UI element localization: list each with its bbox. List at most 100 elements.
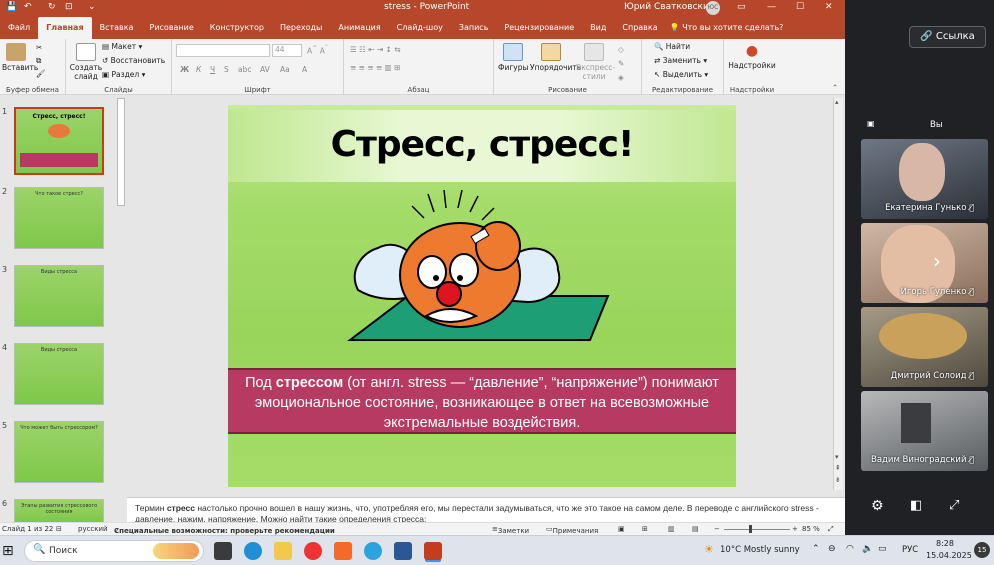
battery-icon[interactable]: ▭ xyxy=(878,544,887,554)
close-icon[interactable]: ✕ xyxy=(825,2,833,12)
scroll-up-icon[interactable]: ▴ xyxy=(835,98,839,106)
clock-date[interactable]: 15.04.2025 xyxy=(926,551,972,560)
copy-icon[interactable]: ⧉ xyxy=(36,56,41,66)
minimize-icon[interactable]: — xyxy=(767,2,776,12)
normal-view-icon[interactable]: ▣ xyxy=(618,525,625,533)
strikethrough-button[interactable]: abc xyxy=(238,65,251,74)
prev-slide-icon[interactable]: ⇞ xyxy=(835,464,841,472)
arrange-button[interactable]: Упорядочить xyxy=(530,43,581,72)
windows-start-icon[interactable]: ⊞ xyxy=(2,542,20,560)
quick-styles-button[interactable]: Экспресс-стили xyxy=(576,43,615,81)
replace-button[interactable]: ⇄ Заменить ▾ xyxy=(654,56,707,65)
slide-thumbnail[interactable]: Этапы развития стрессового состояния xyxy=(14,499,104,522)
shadow-button[interactable]: S xyxy=(224,65,229,74)
case-button[interactable]: Aa xyxy=(280,65,290,74)
redo-icon[interactable]: ↻ xyxy=(48,2,56,12)
slideshow-icon[interactable]: ▤ xyxy=(692,525,699,533)
section-button[interactable]: ▣ Раздел ▾ xyxy=(102,70,145,79)
next-slide-icon[interactable]: ⇟ xyxy=(835,476,841,484)
telegram-icon[interactable] xyxy=(364,542,382,560)
input-language[interactable]: РУС xyxy=(902,545,918,555)
stressed-cartoon-image[interactable] xyxy=(338,190,616,360)
fit-slide-icon[interactable]: ⤢ xyxy=(828,525,834,534)
user-name[interactable]: Юрий Сватковский xyxy=(624,2,715,12)
task-view-icon[interactable] xyxy=(214,542,232,560)
bold-button[interactable]: Ж xyxy=(180,65,189,74)
next-page-icon[interactable]: › xyxy=(933,249,941,273)
format-painter-icon[interactable]: 🖌 xyxy=(36,69,46,78)
slide-thumbnail[interactable]: Что такое стресс? xyxy=(14,187,104,249)
font-family-select[interactable] xyxy=(176,44,270,57)
tab-transitions[interactable]: Переходы xyxy=(272,17,330,39)
notes-button[interactable]: ≡ Заметки xyxy=(492,525,529,535)
cut-icon[interactable]: ✂ xyxy=(36,43,42,52)
shapes-button[interactable]: Фигуры xyxy=(498,43,528,72)
accessibility-tray-icon[interactable]: ⊖ xyxy=(828,544,836,554)
shape-outline-icon[interactable]: ✎ xyxy=(618,59,624,68)
layout-icon[interactable]: ◧ xyxy=(910,498,922,513)
reset-button[interactable]: ↺ Восстановить xyxy=(102,56,165,65)
slide-scrollbar[interactable]: ▴ ▾ ⇞ ⇟ xyxy=(833,98,843,490)
tab-insert[interactable]: Вставка xyxy=(92,17,142,39)
underline-button[interactable]: Ч xyxy=(210,65,215,74)
proofing-icon[interactable]: ⊟ xyxy=(56,525,62,533)
tab-view[interactable]: Вид xyxy=(582,17,614,39)
self-tile[interactable]: ▣ Вы xyxy=(861,113,988,137)
slide-title[interactable]: Стресс, стресс! xyxy=(228,124,736,165)
addins-button[interactable]: ● Надстройки xyxy=(728,43,776,70)
participant-tile[interactable]: › Игорь Гуленко 🎙̸ xyxy=(861,223,988,303)
volume-icon[interactable]: 🔈 xyxy=(862,544,873,554)
ribbon-display-icon[interactable]: ▭ xyxy=(737,2,746,12)
yandex-browser-icon[interactable] xyxy=(304,542,322,560)
scroll-down-icon[interactable]: ▾ xyxy=(835,453,839,461)
select-button[interactable]: ↖ Выделить ▾ xyxy=(654,70,708,79)
reading-view-icon[interactable]: ▥ xyxy=(668,525,675,533)
tell-me-search[interactable]: 💡 Что вы хотите сделать? xyxy=(666,17,792,39)
weather-text[interactable]: 10°C Mostly sunny xyxy=(720,545,800,555)
zoom-level[interactable]: 85 % xyxy=(802,525,820,533)
word-icon[interactable] xyxy=(394,542,412,560)
autosave-icon[interactable]: 💾 xyxy=(6,2,17,12)
grow-font-icon[interactable]: A^ Aˇ xyxy=(307,45,328,56)
tab-home[interactable]: Главная xyxy=(38,17,92,39)
slide-thumbnail[interactable]: Виды стресса xyxy=(14,343,104,405)
notification-icon[interactable]: 15 xyxy=(974,542,990,558)
file-explorer-icon[interactable] xyxy=(274,542,292,560)
comments-button[interactable]: ▭ Примечания xyxy=(546,525,598,535)
shape-fill-icon[interactable]: ◇ xyxy=(618,45,624,54)
tab-review[interactable]: Рецензирование xyxy=(496,17,582,39)
spacing-button[interactable]: AV xyxy=(260,65,270,74)
tab-help[interactable]: Справка xyxy=(614,17,665,39)
thumbnails-scrollbar[interactable] xyxy=(117,98,125,206)
clock-time[interactable]: 8:28 xyxy=(936,539,954,548)
slide-thumbnail[interactable]: Что может быть стрессором? xyxy=(14,421,104,483)
slide-thumbnail[interactable]: Виды стресса xyxy=(14,265,104,327)
customize-qat-icon[interactable]: ⌄ xyxy=(88,2,96,12)
bullets-button[interactable]: ☰ ☷ ⇤ ⇥ ↕ ⇆ xyxy=(350,45,401,54)
user-avatar[interactable]: ЮС xyxy=(706,1,720,15)
app-icon[interactable] xyxy=(334,542,352,560)
undo-icon[interactable]: ↶ xyxy=(24,2,32,12)
slide-sorter-icon[interactable]: ⊞ xyxy=(642,525,648,533)
language-status[interactable]: русский xyxy=(78,525,108,533)
maximize-icon[interactable]: ☐ xyxy=(796,2,804,12)
paste-button[interactable]: Вставить xyxy=(2,43,38,72)
font-color-button[interactable]: A xyxy=(302,65,307,74)
taskbar-search[interactable]: 🔍 Поиск xyxy=(24,540,204,562)
chevron-up-icon[interactable]: ⌃ xyxy=(812,544,820,554)
participant-tile[interactable]: Дмитрий Солоид 🎙̸ xyxy=(861,307,988,387)
participant-tile[interactable]: Вадим Виноградский 🎙̸ xyxy=(861,391,988,471)
powerpoint-icon[interactable] xyxy=(424,542,442,560)
shape-effects-icon[interactable]: ◈ xyxy=(618,73,624,82)
tab-slideshow[interactable]: Слайд-шоу xyxy=(389,17,451,39)
layout-button[interactable]: ▤ Макет ▾ xyxy=(102,42,142,51)
find-button[interactable]: 🔍 Найти xyxy=(654,42,690,51)
tab-record[interactable]: Запись xyxy=(451,17,497,39)
start-from-beginning-icon[interactable]: ⊡ xyxy=(65,2,73,12)
font-size-select[interactable]: 44 xyxy=(272,44,302,57)
copy-link-button[interactable]: 🔗 Ссылка xyxy=(909,26,986,48)
new-slide-button[interactable]: Создать слайд xyxy=(69,43,103,81)
zoom-in-icon[interactable]: + xyxy=(792,525,798,533)
notes-pane[interactable]: Термин стресс настолько прочно вошел в н… xyxy=(127,497,845,522)
tab-file[interactable]: Файл xyxy=(0,17,38,39)
